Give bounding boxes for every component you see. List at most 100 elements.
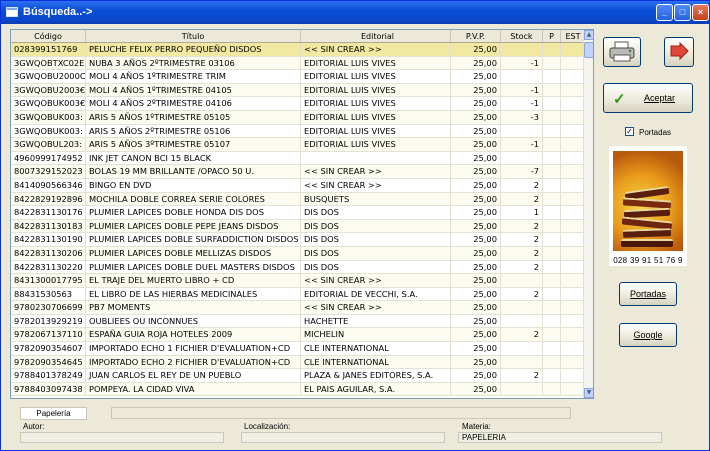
table-row[interactable]: 028399151769 PELUCHE FELIX PERRO PEQUEÑO …	[11, 43, 585, 57]
table-row[interactable]: 3GWQOBU2000C MOLI 4 AÑOS 1ºTRIMESTRE TRIM…	[11, 70, 585, 84]
table-cell	[543, 233, 561, 246]
table-cell: 25,00	[451, 382, 501, 396]
table-row[interactable]: 9782090354607 IMPORTADO ECHO 1 FICHIER D'…	[11, 342, 585, 356]
localizacion-field[interactable]	[241, 432, 445, 443]
table-row[interactable]: 8422831130176 PLUMIER LAPICES DOBLE HONDA…	[11, 206, 585, 220]
table-row[interactable]: 9788401378249 JUAN CARLOS EL REY DE UN PU…	[11, 369, 585, 383]
info-bar	[111, 407, 571, 419]
materia-field[interactable]: PAPELERIA	[458, 432, 662, 443]
table-cell	[561, 288, 585, 301]
table-row[interactable]: 8422831130206 PLUMIER LAPICES DOBLE MELLI…	[11, 246, 585, 261]
column-header-titulo[interactable]: Título	[86, 30, 301, 42]
table-cell: DIS DOS	[301, 246, 451, 260]
column-header-stock[interactable]: Stock	[501, 30, 543, 42]
accept-button[interactable]: ✓ Aceptar	[603, 83, 693, 113]
scroll-thumb[interactable]	[584, 42, 593, 58]
search-window: Búsqueda..-> _ □ × Código Título Editori…	[0, 0, 710, 451]
table-row[interactable]: 88431530563 EL LIBRO DE LAS HIERBAS MEDIC…	[11, 287, 585, 302]
table-cell: 25,00	[451, 369, 501, 382]
table-cell	[501, 124, 543, 138]
google-button-label: Google	[633, 330, 663, 340]
table-cell: 25,00	[451, 246, 501, 260]
cover-barcode-text: 028 39 91 51 76 9	[613, 256, 683, 265]
table-cell	[561, 193, 585, 206]
table-cell: 2	[501, 233, 543, 246]
print-button[interactable]	[603, 37, 641, 67]
table-cell	[543, 274, 561, 287]
column-header-p[interactable]: P	[543, 30, 561, 42]
vertical-scrollbar[interactable]: ▲ ▼	[583, 30, 593, 398]
table-row[interactable]: 3GWQOBUL203: ARIS 5 AÑOS 3ºTRIMESTRE 0510…	[11, 138, 585, 152]
table-row[interactable]: 9780230706699 PB7 MOMENTS << SIN CREAR >> 2…	[11, 301, 585, 315]
table-row[interactable]: 3GWQOBUK003€ MOLI 4 AÑOS 2ºTRIMESTRE 0410…	[11, 97, 585, 111]
table-cell: 2	[501, 192, 543, 206]
table-cell	[561, 165, 585, 178]
table-cell	[561, 43, 585, 56]
table-row[interactable]: 9782013929219 OUBLIEES OU INCONNUES HACHET…	[11, 314, 585, 329]
table-cell	[501, 382, 543, 396]
table-row[interactable]: 8422829192896 MOCHILA DOBLE CORREA SERIE …	[11, 192, 585, 207]
portadas-checkbox[interactable]: ✓	[625, 127, 634, 136]
table-cell: 25,00	[451, 301, 501, 314]
accept-label: Aceptar	[644, 93, 676, 103]
table-row[interactable]: 9782067137110 ESPAÑA GUIA ROJA HOTELES 20…	[11, 328, 585, 343]
column-header-codigo[interactable]: Código	[11, 30, 86, 42]
table-cell	[543, 192, 561, 206]
table-cell	[561, 328, 585, 341]
scroll-down-icon[interactable]: ▼	[584, 388, 593, 398]
table-cell	[561, 57, 585, 70]
table-row[interactable]: 3GWQOBUK003: ARIS 5 AÑOS 1ºTRIMESTRE 0510…	[11, 110, 585, 125]
table-cell: 2	[501, 260, 543, 274]
table-row[interactable]: 9788403097438 POMPEYA. LA CIDAD VIVA EL PA…	[11, 382, 585, 397]
maximize-button[interactable]: □	[674, 4, 691, 21]
minimize-button[interactable]: _	[656, 4, 673, 21]
tab-papeleria[interactable]: Papelería	[20, 407, 87, 420]
table-row[interactable]: 9782090354645 IMPORTADO ECHO 2 FICHIER D'…	[11, 355, 585, 370]
table-cell: EDITORIAL DE VECCHI, S.A.	[301, 287, 451, 301]
table-cell: 25,00	[451, 233, 501, 246]
column-header-editorial[interactable]: Editorial	[301, 30, 451, 42]
table-row[interactable]: 8007329152023 BOLAS 19 MM BRILLANTE /OPAC…	[11, 165, 585, 179]
table-cell: 25,00	[451, 110, 501, 124]
column-header-pvp[interactable]: P.V.P.	[451, 30, 501, 42]
books-image	[613, 151, 683, 251]
column-header-est[interactable]: EST	[561, 30, 585, 42]
scroll-up-icon[interactable]: ▲	[584, 30, 593, 40]
table-cell: 25,00	[451, 219, 501, 233]
table-cell	[543, 70, 561, 83]
table-cell	[543, 219, 561, 233]
table-cell	[501, 274, 543, 287]
table-row[interactable]: 8422831130220 PLUMIER LAPICES DOBLE DUEL …	[11, 260, 585, 275]
autor-field[interactable]	[20, 432, 224, 443]
table-row[interactable]: 8414090566346 BINGO EN DVD << SIN CREAR >>…	[11, 178, 585, 193]
close-button[interactable]: ×	[692, 4, 709, 21]
table-cell: 3GWQOBUK003:	[11, 110, 86, 124]
table-cell	[501, 70, 543, 83]
table-cell	[561, 84, 585, 97]
table-cell: ARIS 5 AÑOS 1ºTRIMESTRE 05105	[86, 110, 301, 124]
grid-header: Código Título Editorial P.V.P. Stock P E…	[11, 30, 585, 43]
exit-button[interactable]	[664, 37, 694, 67]
table-row[interactable]: 8422831130190 PLUMIER LAPICES DOBLE SURFA…	[11, 233, 585, 247]
table-cell	[543, 328, 561, 342]
table-cell: 25,00	[451, 287, 501, 301]
table-row[interactable]: 8431300017795 EL TRAJE DEL MUERTO LIBRO +…	[11, 274, 585, 288]
table-row[interactable]: 8422831130183 PLUMIER LAPICES DOBLE PEPE …	[11, 219, 585, 234]
title-bar[interactable]: Búsqueda..-> _ □ ×	[1, 1, 709, 24]
table-row[interactable]: 3GWQOBUK003: ARIS 5 AÑOS 2ºTRIMESTRE 0510…	[11, 124, 585, 139]
table-row[interactable]: 3GWQOBTXC02E NUBA 3 AÑOS 2ºTRIMESTRE 0310…	[11, 56, 585, 71]
table-cell	[561, 206, 585, 219]
table-cell: ARIS 5 AÑOS 3ºTRIMESTRE 05107	[86, 138, 301, 151]
table-cell	[561, 125, 585, 138]
table-cell: JUAN CARLOS EL REY DE UN PUEBLO	[86, 369, 301, 382]
table-cell: 2	[501, 369, 543, 382]
table-cell: 3GWQOBUL203:	[11, 138, 86, 151]
table-cell: 1	[501, 206, 543, 219]
table-cell: IMPORTADO ECHO 2 FICHIER D'EVALUATION+CD	[86, 355, 301, 369]
results-grid[interactable]: Código Título Editorial P.V.P. Stock P E…	[10, 29, 594, 399]
portadas-button[interactable]: Portadas	[619, 282, 677, 306]
google-button[interactable]: Google	[619, 323, 677, 347]
table-cell	[501, 151, 543, 165]
table-row[interactable]: 4960999174952 INK JET CANON BCI 15 BLACK 2…	[11, 151, 585, 166]
table-row[interactable]: 3GWQOBU2003€ MOLI 4 AÑOS 1ºTRIMESTRE 0410…	[11, 83, 585, 98]
